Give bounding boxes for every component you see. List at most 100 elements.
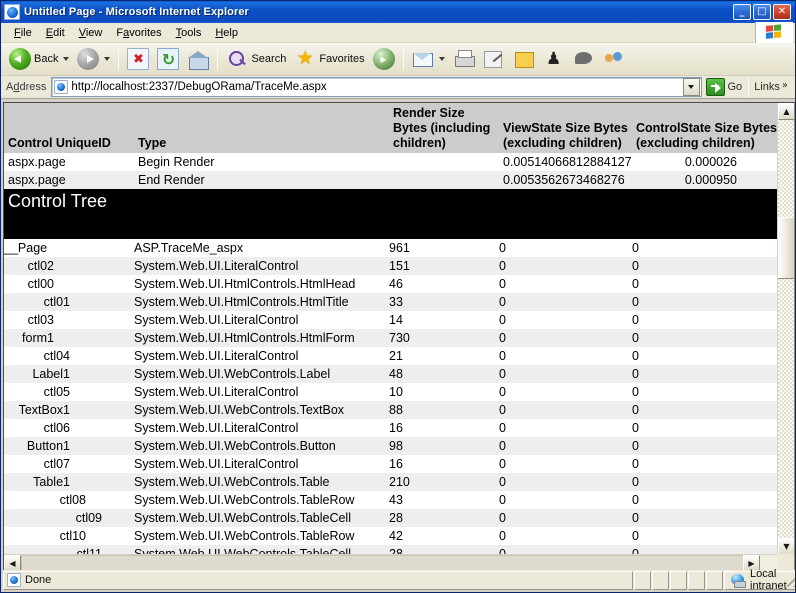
status-slot-1: [634, 571, 651, 590]
windows-logo-icon: [755, 22, 793, 43]
mail-button[interactable]: [408, 46, 449, 72]
menu-item-file[interactable]: File: [7, 25, 39, 41]
menu-bar: File Edit View Favorites Tools Help: [1, 23, 795, 43]
people-button[interactable]: [599, 46, 629, 72]
vertical-scrollbar[interactable]: ▲ ▼: [777, 103, 794, 555]
cell-control-uniqueid: ctl06: [4, 419, 134, 437]
scroll-left-button[interactable]: ◀: [4, 555, 21, 571]
back-button[interactable]: Back: [5, 46, 73, 72]
links-button-label: Links: [754, 81, 780, 93]
section-title: Control Tree: [4, 189, 777, 239]
cell-control-uniqueid: ctl03: [4, 311, 134, 329]
trace-timing-rows: aspx.page Begin Render 0.005140668128841…: [4, 153, 777, 189]
local-intranet-icon: [731, 573, 746, 587]
resize-grip[interactable]: [787, 573, 796, 587]
security-zone-text: Local intranet: [750, 568, 787, 592]
control-tree-section: Control Tree: [4, 189, 777, 239]
cell-render-size: 16: [389, 419, 499, 437]
cell-type: System.Web.UI.LiteralControl: [134, 347, 389, 365]
horizontal-scrollbar-track[interactable]: [21, 555, 760, 571]
trace-document: aspx.page Begin Render 0.005140668128841…: [4, 103, 777, 555]
vertical-scrollbar-track[interactable]: [778, 120, 794, 538]
cell-control-uniqueid: ctl04: [4, 347, 134, 365]
home-button[interactable]: [183, 46, 213, 72]
table-row: ctl00System.Web.UI.HtmlControls.HtmlHead…: [4, 275, 777, 293]
messenger-button[interactable]: [539, 46, 569, 72]
links-button[interactable]: Links »: [749, 81, 793, 93]
cell-viewstate-size: 0: [499, 293, 632, 311]
address-dropdown-button[interactable]: [683, 78, 700, 96]
cell-controlstate-size: 0: [632, 527, 777, 545]
minimize-button[interactable]: _: [733, 4, 751, 20]
refresh-button[interactable]: [153, 46, 183, 72]
table-row: ctl07System.Web.UI.LiteralControl1600: [4, 455, 777, 473]
media-icon: [373, 48, 395, 70]
address-input[interactable]: http://localhost:2337/DebugORama/TraceMe…: [51, 77, 701, 97]
menu-item-favorites[interactable]: Favorites: [109, 25, 168, 41]
cell-controlstate-size: 0: [632, 419, 777, 437]
status-slot-5: [706, 571, 723, 590]
cell-control-uniqueid: TextBox1: [4, 401, 134, 419]
scroll-up-button[interactable]: ▲: [778, 103, 795, 120]
search-button-label: Search: [251, 53, 286, 65]
table-row: ctl08System.Web.UI.WebControls.TableRow4…: [4, 491, 777, 509]
cell-type: System.Web.UI.LiteralControl: [134, 311, 389, 329]
cell-controlstate-size: 0: [632, 257, 777, 275]
cell-render-size: 210: [389, 473, 499, 491]
cell-control-uniqueid: ctl05: [4, 383, 134, 401]
cell-controlstate-size: 0: [632, 401, 777, 419]
cell-viewstate-size: 0: [499, 383, 632, 401]
menu-item-tools[interactable]: Tools: [169, 25, 209, 41]
back-arrow-icon: [9, 48, 31, 70]
menu-item-help[interactable]: Help: [208, 25, 245, 41]
chevron-down-icon[interactable]: [63, 57, 69, 61]
security-zone-panel[interactable]: Local intranet: [724, 571, 796, 590]
cell-controlstate-size: 0: [632, 311, 777, 329]
timing-message: Begin Render: [134, 153, 389, 171]
table-row: TextBox1System.Web.UI.WebControls.TextBo…: [4, 401, 777, 419]
cell-control-uniqueid: Label1: [4, 365, 134, 383]
close-button[interactable]: ✕: [773, 4, 791, 20]
chevron-down-icon[interactable]: [104, 57, 110, 61]
chevron-down-icon[interactable]: [439, 57, 445, 61]
cell-control-uniqueid: __Page: [4, 239, 134, 257]
cell-controlstate-size: 0: [632, 293, 777, 311]
cell-viewstate-size: 0: [499, 527, 632, 545]
section-title-row: Control Tree: [4, 189, 777, 239]
cell-control-uniqueid: ctl07: [4, 455, 134, 473]
menu-item-view[interactable]: View: [72, 25, 110, 41]
menu-item-edit[interactable]: Edit: [39, 25, 72, 41]
media-button[interactable]: [369, 46, 399, 72]
ie-page-icon: [4, 4, 20, 20]
stop-button[interactable]: [123, 46, 153, 72]
notes-button[interactable]: [509, 46, 539, 72]
table-row: ctl10System.Web.UI.WebControls.TableRow4…: [4, 527, 777, 545]
scroll-down-button[interactable]: ▼: [778, 538, 795, 555]
search-button[interactable]: Search: [222, 46, 290, 72]
favorites-button[interactable]: ★ Favorites: [290, 46, 368, 72]
go-arrow-icon: [706, 78, 725, 96]
chevron-down-icon: [688, 85, 694, 89]
edit-button[interactable]: [479, 46, 509, 72]
stop-icon: [127, 48, 149, 70]
mail-icon: [412, 48, 434, 70]
address-label: Address: [6, 81, 46, 93]
navigation-toolbar: Back Search ★ Favorites: [1, 43, 795, 76]
cell-viewstate-size: 0: [499, 257, 632, 275]
cell-controlstate-size: 0: [632, 491, 777, 509]
forward-button[interactable]: [73, 46, 114, 72]
maximize-button[interactable]: □: [753, 4, 771, 20]
discuss-button[interactable]: [569, 46, 599, 72]
horizontal-scrollbar[interactable]: ◀ ▶: [4, 554, 777, 571]
cell-render-size: 48: [389, 365, 499, 383]
print-button[interactable]: [449, 46, 479, 72]
edit-page-icon: [483, 48, 505, 70]
go-button[interactable]: Go: [702, 78, 749, 96]
cell-render-size: 16: [389, 455, 499, 473]
cell-type: ASP.TraceMe_aspx: [134, 239, 389, 257]
cell-type: System.Web.UI.HtmlControls.HtmlHead: [134, 275, 389, 293]
cell-viewstate-size: 0: [499, 239, 632, 257]
vertical-scrollbar-thumb[interactable]: [778, 217, 795, 279]
cell-viewstate-size: 0: [499, 347, 632, 365]
status-slot-3: [670, 571, 687, 590]
